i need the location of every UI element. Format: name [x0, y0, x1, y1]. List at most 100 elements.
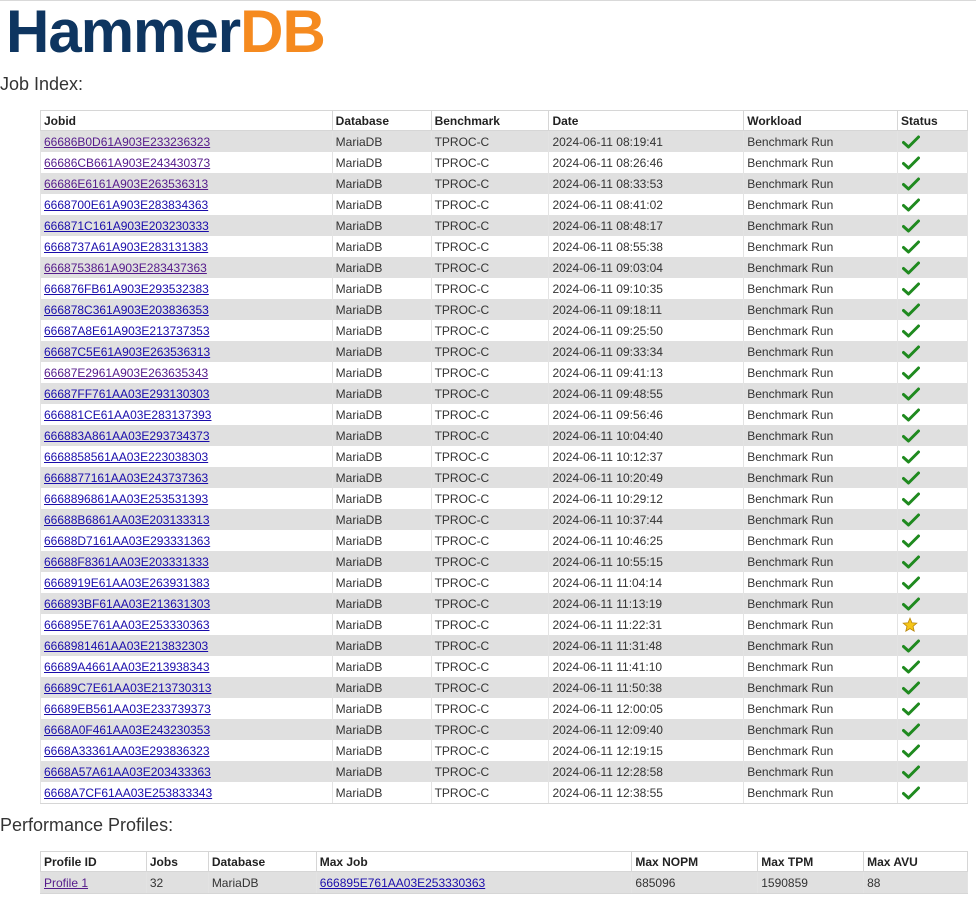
jobid-link[interactable]: 6668896861AA03E253531393 [44, 492, 208, 506]
col-header-benchmark[interactable]: Benchmark [430, 110, 550, 131]
jobid-link[interactable]: 666893BF61AA03E213631303 [44, 597, 210, 611]
hammerdb-logo: HammerDB [6, 2, 326, 62]
date-cell: 2024-06-11 10:46:25 [548, 530, 745, 551]
check-icon [902, 135, 964, 149]
jobid-link[interactable]: 66686B0D61A903E233236323 [44, 135, 210, 149]
jobid-link[interactable]: 66687FF761AA03E293130303 [44, 387, 209, 401]
jobid-link[interactable]: 6668981461AA03E213832303 [44, 639, 208, 653]
status-cell [897, 488, 968, 509]
workload-cell: Benchmark Run [743, 320, 899, 341]
database-cell: MariaDB [331, 362, 432, 383]
database-cell: MariaDB [331, 698, 432, 719]
benchmark-cell: TPROC-C [430, 677, 550, 698]
benchmark-cell: TPROC-C [430, 194, 550, 215]
col-header-workload[interactable]: Workload [743, 110, 899, 131]
jobid-link[interactable]: 6668737A61A903E283131383 [44, 240, 208, 254]
workload-cell: Benchmark Run [743, 152, 899, 173]
jobid-link[interactable]: 6668700E61A903E283834363 [44, 198, 208, 212]
workload-cell: Benchmark Run [743, 614, 899, 635]
max-job-link[interactable]: 666895E761AA03E253330363 [320, 876, 486, 890]
jobid-link[interactable]: 666876FB61A903E293532383 [44, 282, 209, 296]
col-header-date[interactable]: Date [548, 110, 745, 131]
jobid-link[interactable]: 666895E761AA03E253330363 [44, 618, 210, 632]
jobid-link[interactable]: 66688B6861AA03E203133313 [44, 513, 210, 527]
check-icon [902, 156, 964, 170]
logo-text-db: DB [240, 0, 326, 65]
status-cell [897, 404, 968, 425]
jobid-cell: 6668858561AA03E223038303 [40, 446, 333, 467]
benchmark-cell: TPROC-C [430, 257, 550, 278]
check-icon [902, 408, 964, 422]
jobid-link[interactable]: 666881CE61AA03E283137393 [44, 408, 211, 422]
status-cell [897, 572, 968, 593]
job-row: 66689A4661AA03E213938343 MariaDB TPROC-C 20… [40, 656, 968, 677]
col-header-status[interactable]: Status [897, 110, 968, 131]
job-row: 6668753861A903E283437363 MariaDB TPROC-C 20… [40, 257, 968, 278]
date-cell: 2024-06-11 11:22:31 [548, 614, 745, 635]
jobid-link[interactable]: 6668A33361AA03E293836323 [44, 744, 210, 758]
jobid-link[interactable]: 66686E6161A903E263536313 [44, 177, 208, 191]
jobid-link[interactable]: 6668A7CF61AA03E253833343 [44, 786, 212, 800]
date-cell: 2024-06-11 12:19:15 [548, 740, 745, 761]
jobid-link[interactable]: 66689C7E61AA03E213730313 [44, 681, 211, 695]
database-cell: MariaDB [331, 341, 432, 362]
job-row: 66686B0D61A903E233236323 MariaDB TPROC-C 20… [40, 130, 968, 152]
jobid-link[interactable]: 6668858561AA03E223038303 [44, 450, 208, 464]
benchmark-cell: TPROC-C [430, 299, 550, 320]
job-row: 66688F8361AA03E203331333 MariaDB TPROC-C 20… [40, 551, 968, 572]
jobid-link[interactable]: 666883A861AA03E293734373 [44, 429, 210, 443]
jobid-link[interactable]: 666871C161A903E203230333 [44, 219, 209, 233]
jobid-link[interactable]: 66686CB661A903E243430373 [44, 156, 210, 170]
jobid-link[interactable]: 6668A0F461AA03E243230353 [44, 723, 210, 737]
status-cell [897, 677, 968, 698]
jobid-link[interactable]: 66687C5E61A903E263536313 [44, 345, 210, 359]
status-cell [897, 656, 968, 677]
date-cell: 2024-06-11 09:25:50 [548, 320, 745, 341]
benchmark-cell: TPROC-C [430, 320, 550, 341]
job-row: 66689C7E61AA03E213730313 MariaDB TPROC-C 20… [40, 677, 968, 698]
jobid-cell: 66689A4661AA03E213938343 [40, 656, 333, 677]
jobid-cell: 6668981461AA03E213832303 [40, 635, 333, 656]
jobid-link[interactable]: 6668753861A903E283437363 [44, 261, 207, 275]
jobid-link[interactable]: 66688D7161AA03E293331363 [44, 534, 210, 548]
logo-text-hammer: Hammer [6, 0, 241, 65]
col-header-database[interactable]: Database [331, 110, 432, 131]
database-cell: MariaDB [331, 130, 432, 152]
date-cell: 2024-06-11 10:55:15 [548, 551, 745, 572]
database-cell: MariaDB [331, 278, 432, 299]
benchmark-cell: TPROC-C [430, 425, 550, 446]
jobid-link[interactable]: 6668A57A61AA03E203433363 [44, 765, 211, 779]
benchmark-cell: TPROC-C [430, 278, 550, 299]
jobid-link[interactable]: 66689EB561AA03E233739373 [44, 702, 211, 716]
col-header-jobid[interactable]: Jobid [40, 110, 333, 131]
jobid-link[interactable]: 66688F8361AA03E203331333 [44, 555, 209, 569]
jobid-link[interactable]: 66689A4661AA03E213938343 [44, 660, 210, 674]
jobid-link[interactable]: 6668877161AA03E243737363 [44, 471, 208, 485]
workload-cell: Benchmark Run [743, 761, 899, 782]
date-cell: 2024-06-11 12:00:05 [548, 698, 745, 719]
status-cell [897, 152, 968, 173]
workload-cell: Benchmark Run [743, 446, 899, 467]
profile-link[interactable]: Profile 1 [44, 876, 88, 890]
workload-cell: Benchmark Run [743, 278, 899, 299]
benchmark-cell: TPROC-C [430, 362, 550, 383]
col-header-database: Database [207, 851, 317, 872]
date-cell: 2024-06-11 11:13:19 [548, 593, 745, 614]
benchmark-cell: TPROC-C [430, 761, 550, 782]
jobid-cell: 666876FB61A903E293532383 [40, 278, 333, 299]
job-row: 666878C361A903E203836353 MariaDB TPROC-C 20… [40, 299, 968, 320]
jobid-link[interactable]: 6668919E61AA03E263931383 [44, 576, 210, 590]
jobid-cell: 6668896861AA03E253531393 [40, 488, 333, 509]
jobid-link[interactable]: 666878C361A903E203836353 [44, 303, 209, 317]
date-cell: 2024-06-11 12:28:58 [548, 761, 745, 782]
check-icon [902, 744, 964, 758]
col-header-jobs: Jobs [145, 851, 209, 872]
date-cell: 2024-06-11 11:41:10 [548, 656, 745, 677]
jobid-cell: 66688D7161AA03E293331363 [40, 530, 333, 551]
jobid-link[interactable]: 66687E2961A903E263635343 [44, 366, 208, 380]
check-icon [902, 660, 964, 674]
status-cell [897, 740, 968, 761]
check-icon [902, 723, 964, 737]
jobid-link[interactable]: 66687A8E61A903E213737353 [44, 324, 210, 338]
date-cell: 2024-06-11 09:18:11 [548, 299, 745, 320]
